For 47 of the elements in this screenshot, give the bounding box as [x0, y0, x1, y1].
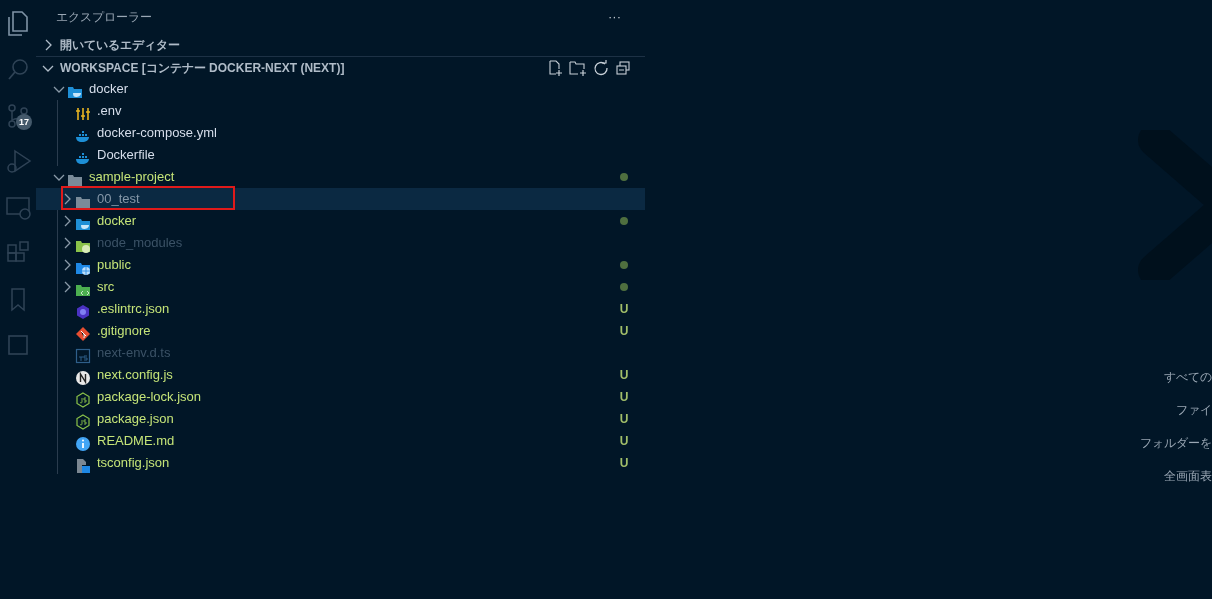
folder-item[interactable]: 00_test: [36, 188, 645, 210]
more-button[interactable]: ···: [602, 6, 627, 28]
run-debug-icon: [4, 147, 32, 175]
folder-item[interactable]: sample-project: [36, 166, 645, 188]
hexagon-outline-icon: [75, 413, 91, 430]
folder-item[interactable]: docker: [36, 78, 645, 100]
file-item[interactable]: README.md U: [36, 430, 645, 452]
shortcut-hint: すべての: [1164, 369, 1212, 386]
ts-file-icon: [75, 347, 91, 364]
diamond-icon: [75, 325, 91, 342]
config-file-icon: [75, 457, 91, 474]
file-item[interactable]: .eslintrc.json U: [36, 298, 645, 320]
section-header[interactable]: WORKSPACE [コンテナー DOCKER-NEXT (NEXT)]: [36, 56, 645, 78]
section-header[interactable]: 開いているエディター: [36, 34, 645, 56]
git-status: U: [618, 455, 630, 472]
git-status: U: [618, 367, 630, 384]
file-item[interactable]: package-lock.json U: [36, 386, 645, 408]
git-status: U: [618, 411, 630, 428]
file-item[interactable]: next.config.js U: [36, 364, 645, 386]
shortcut-hint: ファイ: [1176, 402, 1212, 419]
hexagon-outline-icon: [75, 391, 91, 408]
sliders-icon: [75, 105, 91, 122]
file-item[interactable]: .env: [36, 100, 645, 122]
git-status: U: [618, 301, 630, 318]
n-circle-icon: [75, 369, 91, 386]
file-item[interactable]: .gitignore U: [36, 320, 645, 342]
new-folder-icon[interactable]: [569, 59, 587, 76]
new-file-icon[interactable]: [547, 59, 563, 76]
file-item[interactable]: Dockerfile: [36, 144, 645, 166]
count-badge: 17: [16, 114, 32, 130]
git-status: U: [618, 433, 630, 450]
folder-item[interactable]: docker: [36, 210, 645, 232]
git-status: U: [618, 323, 630, 340]
folder-item[interactable]: public: [36, 254, 645, 276]
refresh-icon[interactable]: [593, 59, 609, 76]
file-item[interactable]: tsconfig.json U: [36, 452, 645, 474]
folder-item[interactable]: src: [36, 276, 645, 298]
file-item[interactable]: package.json U: [36, 408, 645, 430]
hexagon-icon: [75, 303, 91, 320]
branch-tab[interactable]: 17: [3, 98, 33, 132]
collapse-all-icon[interactable]: [615, 59, 631, 76]
shortcut-hint: 全画面表: [1164, 468, 1212, 485]
file-item[interactable]: docker-compose.yml: [36, 122, 645, 144]
shortcut-hint: フォルダーを: [1140, 435, 1212, 452]
panel-title: エクスプローラー: [56, 9, 152, 26]
git-status: U: [618, 389, 630, 406]
info-icon: [75, 435, 91, 452]
